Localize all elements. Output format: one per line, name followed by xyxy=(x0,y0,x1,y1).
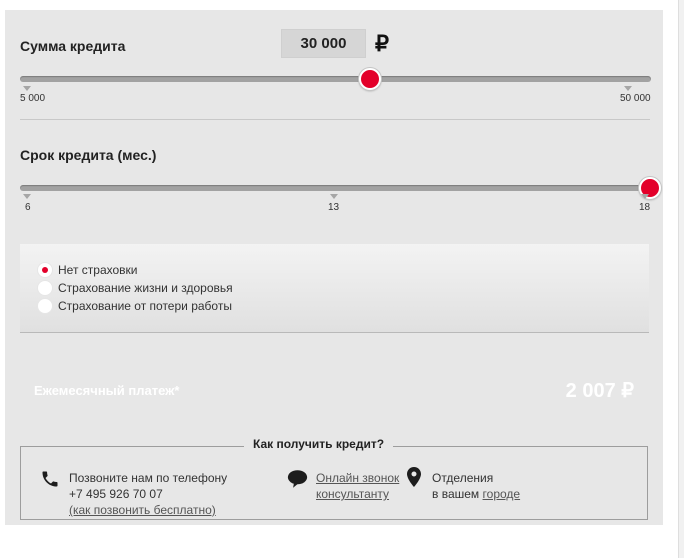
free-call-link[interactable]: (как позвонить бесплатно) xyxy=(69,502,216,518)
chat-bubble-icon xyxy=(287,470,308,488)
phone-number: +7 495 926 70 07 xyxy=(69,487,163,501)
loan-amount-slider-handle[interactable] xyxy=(359,68,381,90)
monthly-payment-label: Ежемесячный платеж* xyxy=(34,383,180,398)
divider xyxy=(20,119,650,120)
how-to-get-credit-title: Как получить кредит? xyxy=(244,437,394,451)
phone-icon xyxy=(42,471,58,487)
branches-city-text: в вашем городе xyxy=(432,486,520,502)
insurance-option-none[interactable]: Нет страховки xyxy=(37,261,137,279)
loan-term-slider-track[interactable] xyxy=(20,185,651,191)
radio-button[interactable] xyxy=(37,298,53,314)
currency-symbol: ₽ xyxy=(375,31,389,56)
insurance-option-label: Нет страховки xyxy=(58,263,138,277)
branches-prefix: в вашем xyxy=(432,487,480,501)
loan-term-label: Срок кредита (мес.) xyxy=(20,147,157,163)
online-consultant-link[interactable]: консультанту xyxy=(316,486,389,502)
monthly-payment-value: 2 007 ₽ xyxy=(565,380,634,402)
loan-term-tick-label: 18 xyxy=(639,202,651,213)
insurance-option-job-loss[interactable]: Страхование от потери работы xyxy=(37,297,232,315)
loan-amount-max-tick xyxy=(624,86,632,91)
loan-amount-max-label: 50 000 xyxy=(620,93,651,104)
insurance-option-label: Страхование жизни и здоровья xyxy=(58,281,233,295)
loan-amount-slider-track[interactable] xyxy=(20,76,651,82)
online-call-link[interactable]: Онлайн звонок xyxy=(316,470,399,486)
page-edge xyxy=(678,0,684,558)
loan-term-tick xyxy=(641,194,649,199)
loan-amount-label: Сумма кредита xyxy=(20,38,126,54)
loan-amount-min-tick xyxy=(23,86,31,91)
insurance-option-label: Страхование от потери работы xyxy=(58,299,232,313)
phone-call-text: Позвоните нам по телефону xyxy=(69,471,228,485)
insurance-option-life-health[interactable]: Страхование жизни и здоровья xyxy=(37,279,233,297)
loan-term-tick-label: 13 xyxy=(328,202,340,213)
loan-amount-min-label: 5 000 xyxy=(20,93,46,104)
loan-term-tick-label: 6 xyxy=(25,202,31,213)
insurance-options-box: Нет страховки Страхование жизни и здоров… xyxy=(20,244,649,333)
loan-term-tick xyxy=(23,194,31,199)
loan-term-tick xyxy=(330,194,338,199)
branches-text: Отделения xyxy=(432,471,494,485)
radio-button-selected[interactable] xyxy=(37,262,53,278)
radio-button[interactable] xyxy=(37,280,53,296)
loan-amount-input[interactable]: 30 000 xyxy=(281,29,366,58)
location-pin-icon xyxy=(407,467,421,487)
city-link[interactable]: городе xyxy=(483,487,521,501)
